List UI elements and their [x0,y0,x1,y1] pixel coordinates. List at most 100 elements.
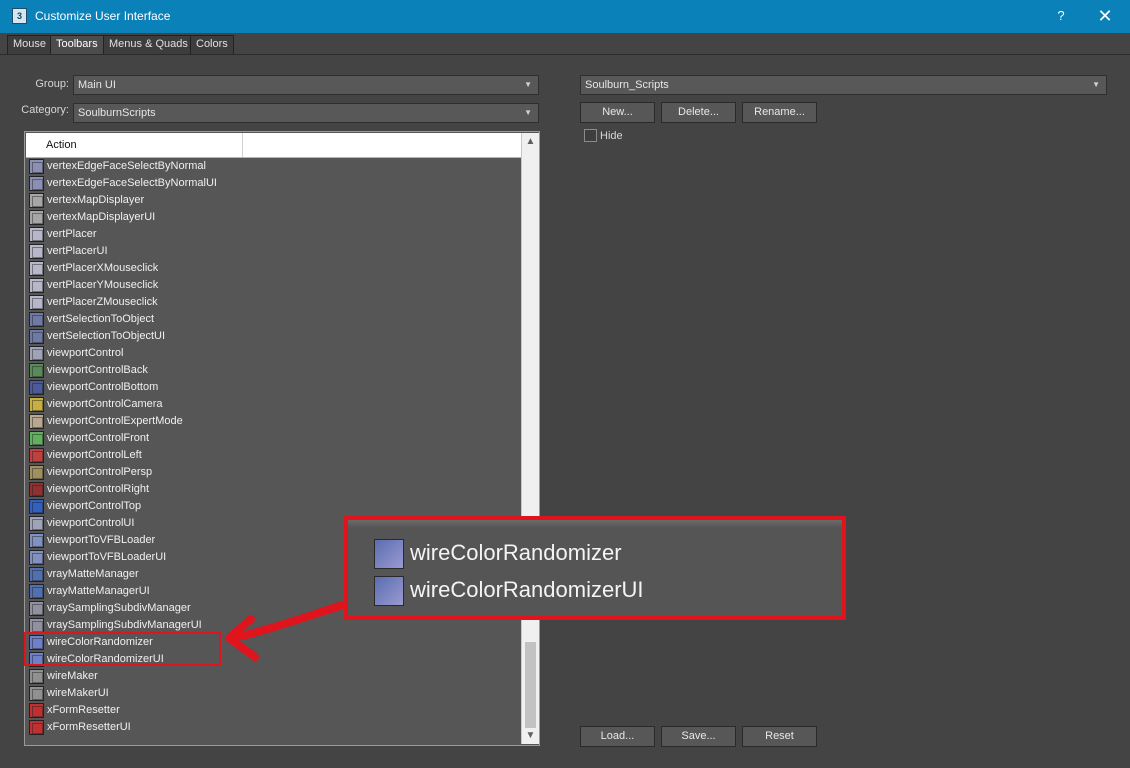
script-icon [29,176,44,191]
list-item-label: vertexEdgeFaceSelectByNormal [47,160,206,172]
list-item-label: vertSelectionToObject [47,313,154,325]
scroll-thumb[interactable] [525,642,536,728]
list-item-label: wireMaker [47,670,98,682]
annotation-arrow-icon [225,601,347,661]
highlight-box [24,632,221,666]
zoom-row: wireColorRandomizerUI [374,572,842,608]
list-item-label: viewportToVFBLoader [47,534,156,546]
script-icon [374,539,404,569]
list-item[interactable]: viewportControlLeft [27,447,520,464]
zoom-label: wireColorRandomizerUI [410,577,644,602]
list-item-label: viewportControlBack [47,364,148,376]
script-icon [29,499,44,514]
list-item-label: xFormResetter [47,704,120,716]
list-item-label: viewportToVFBLoaderUI [47,551,167,563]
list-item[interactable]: xFormResetterUI [27,719,520,736]
script-icon [29,601,44,616]
script-icon [29,584,44,599]
script-icon [29,295,44,310]
list-item[interactable]: vertPlacerXMouseclick [27,260,520,277]
zoom-row: wireColorRandomizer [374,535,842,571]
tab-colors[interactable]: Colors [190,35,234,54]
script-icon [29,533,44,548]
new-button[interactable]: New... [580,102,655,123]
chevron-down-icon: ▼ [524,80,532,89]
toolbar-dropdown[interactable]: Soulburn_Scripts ▼ [580,75,1107,95]
zoom-fade [348,520,842,528]
toolbar-value: Soulburn_Scripts [585,79,669,91]
tab-toolbars[interactable]: Toolbars [50,35,104,54]
list-item[interactable]: vertSelectionToObject [27,311,520,328]
list-item[interactable]: vertexEdgeFaceSelectByNormalUI [27,175,520,192]
list-item[interactable]: viewportControlRight [27,481,520,498]
list-item[interactable]: vertPlacerYMouseclick [27,277,520,294]
list-item-label: vrayMatteManagerUI [47,585,150,597]
scroll-down-icon[interactable]: ▼ [522,727,539,744]
vertical-scrollbar[interactable]: ▲ ▼ [521,133,539,744]
group-label: Group: [35,78,69,90]
list-item-label: vrayMatteManager [47,568,139,580]
list-item-label: viewportControlFront [47,432,150,444]
tab-mouse[interactable]: Mouse [7,35,53,54]
category-label: Category: [21,104,69,116]
help-button[interactable]: ? [1052,6,1070,26]
list-item[interactable]: vertexMapDisplayer [27,192,520,209]
list-item[interactable]: vertPlacerUI [27,243,520,260]
script-icon [29,380,44,395]
list-item[interactable]: vertPlacer [27,226,520,243]
script-icon [29,159,44,174]
list-item-label: xFormResetterUI [47,721,131,733]
list-item-label: vertSelectionToObjectUI [47,330,165,342]
script-icon [29,550,44,565]
list-item[interactable]: viewportControl [27,345,520,362]
category-dropdown[interactable]: SoulburnScripts ▼ [73,103,539,123]
hide-checkbox[interactable] [584,129,597,142]
script-icon [29,465,44,480]
group-value: Main UI [78,79,116,91]
chevron-down-icon: ▼ [524,108,532,117]
tab-menus-quads[interactable]: Menus & Quads [103,35,194,54]
list-item-label: vertPlacerZMouseclick [47,296,158,308]
script-icon [29,669,44,684]
script-icon [29,703,44,718]
list-item[interactable]: xFormResetter [27,702,520,719]
window-title: Customize User Interface [35,9,171,23]
list-item[interactable]: viewportControlBack [27,362,520,379]
list-item[interactable]: vertPlacerZMouseclick [27,294,520,311]
list-item[interactable]: vertexMapDisplayerUI [27,209,520,226]
list-item-label: viewportControlUI [47,517,135,529]
script-icon [29,244,44,259]
list-item-label: viewportControl [47,347,124,359]
list-item[interactable]: viewportControlPersp [27,464,520,481]
save-button[interactable]: Save... [661,726,736,747]
tab-strip: Mouse Toolbars Menus & Quads Colors [0,33,1130,55]
list-item[interactable]: vertSelectionToObjectUI [27,328,520,345]
close-button[interactable]: ✕ [1093,6,1117,26]
script-icon [374,576,404,606]
list-item-label: wireMakerUI [47,687,109,699]
script-icon [29,397,44,412]
list-item[interactable]: viewportControlExpertMode [27,413,520,430]
delete-button[interactable]: Delete... [661,102,736,123]
rename-button[interactable]: Rename... [742,102,817,123]
list-item[interactable]: viewportControlTop [27,498,520,515]
scroll-up-icon[interactable]: ▲ [522,133,539,150]
list-item[interactable]: vertexEdgeFaceSelectByNormal [27,158,520,175]
list-item[interactable]: viewportControlCamera [27,396,520,413]
list-item-label: viewportControlBottom [47,381,159,393]
list-item-label: viewportControlLeft [47,449,142,461]
list-item-label: vertexEdgeFaceSelectByNormalUI [47,177,217,189]
hide-label: Hide [600,130,623,142]
list-item[interactable]: wireMakerUI [27,685,520,702]
script-icon [29,210,44,225]
script-icon [29,193,44,208]
reset-button[interactable]: Reset [742,726,817,747]
list-item-label: viewportControlCamera [47,398,163,410]
group-dropdown[interactable]: Main UI ▼ [73,75,539,95]
list-item[interactable]: viewportControlBottom [27,379,520,396]
column-header-action[interactable]: Action [26,133,243,157]
list-item[interactable]: viewportControlFront [27,430,520,447]
list-item[interactable]: wireMaker [27,668,520,685]
load-button[interactable]: Load... [580,726,655,747]
list-header: Action [26,133,521,158]
